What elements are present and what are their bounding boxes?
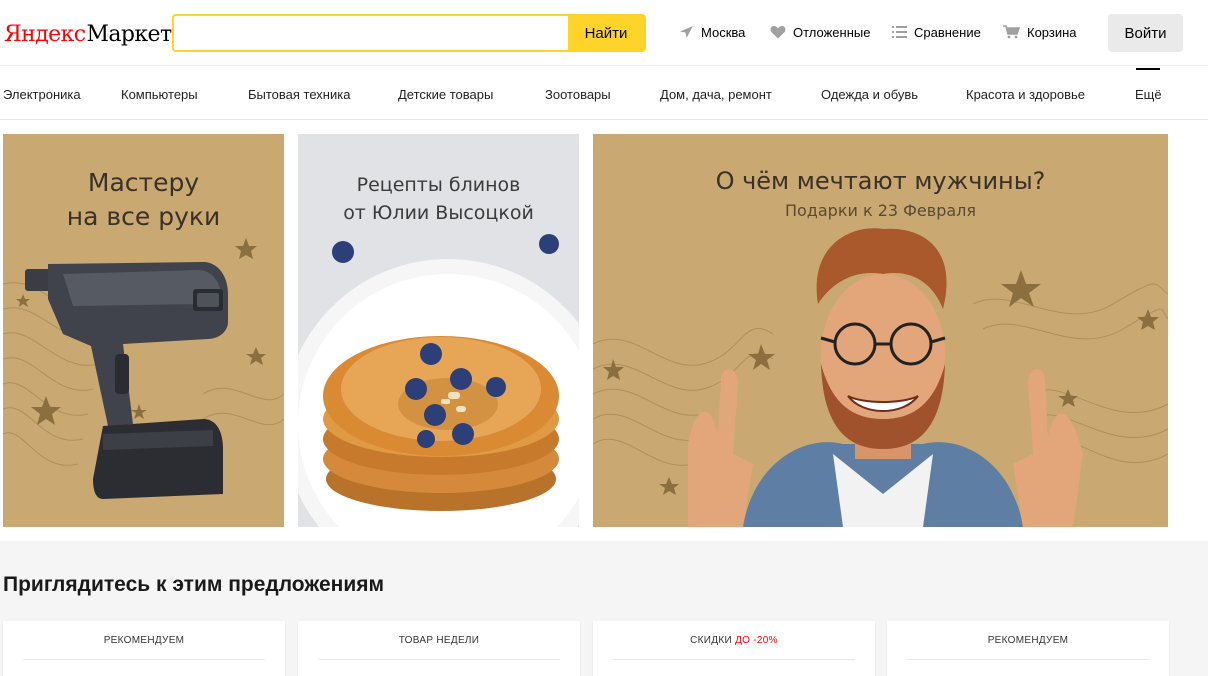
category-electronics[interactable]: Электроника xyxy=(3,87,81,102)
cart-link[interactable]: Корзина xyxy=(1003,23,1077,41)
category-beauty[interactable]: Красота и здоровье xyxy=(966,87,1085,102)
banner-pancakes-line1: Рецепты блинов xyxy=(356,174,521,196)
banner-pancakes-line2: от Юлии Высоцкой xyxy=(343,202,534,224)
banner-pancakes-title: Рецепты блинов от Юлии Высоцкой xyxy=(298,171,579,227)
city-label: Москва xyxy=(701,24,746,40)
offer-card-recommended[interactable]: Рекомендуем xyxy=(3,621,285,676)
banner-tools-title: Мастеру на все руки xyxy=(3,166,284,234)
city-selector[interactable]: Москва xyxy=(679,23,745,41)
offers-heading: Приглядитесь к этим предложениям xyxy=(3,573,385,596)
offer-card-label-wrap: Скидки до -20% xyxy=(593,635,875,646)
offer-card-week-product[interactable]: Товар недели xyxy=(298,621,580,676)
banner-gifts-title: О чём мечтают мужчины? xyxy=(715,167,1046,195)
divider xyxy=(318,659,560,660)
offer-card-label: Рекомендуем xyxy=(987,635,1069,646)
search-button[interactable]: Найти xyxy=(568,16,644,50)
yandex-market-logo[interactable]: ЯндексМаркет xyxy=(4,19,172,49)
divider xyxy=(907,659,1149,660)
offer-card-label: Рекомендуем xyxy=(103,635,185,646)
logo-yandex: Яндекс xyxy=(4,22,86,47)
heart-icon xyxy=(770,25,786,39)
logo-market: Маркет xyxy=(86,22,172,47)
category-computers[interactable]: Компьютеры xyxy=(121,87,198,102)
discount-badge: до -20% xyxy=(735,635,778,646)
location-arrow-icon xyxy=(680,26,693,38)
banner-gifts-feb23[interactable]: О чём мечтают мужчины? Подарки к 23 Февр… xyxy=(593,134,1168,527)
banner-gifts-subtitle: Подарки к 23 Февраля xyxy=(784,201,977,220)
search-input[interactable] xyxy=(174,16,568,50)
divider xyxy=(613,659,855,660)
search-bar: Найти xyxy=(172,14,646,52)
cart-label: Корзина xyxy=(1027,24,1077,40)
offer-card-label: Товар недели xyxy=(398,635,480,646)
header: ЯндексМаркет Найти Москва Отложенные Сра… xyxy=(0,0,1208,66)
offer-card-discounts[interactable]: Скидки до -20% xyxy=(593,621,875,676)
category-pets[interactable]: Зоотовары xyxy=(545,87,611,102)
category-clothing[interactable]: Одежда и обувь xyxy=(821,87,918,102)
banner-tools-line2: на все руки xyxy=(66,202,221,231)
banner-tools[interactable]: Мастеру на все руки xyxy=(3,134,284,527)
compare-list-icon xyxy=(892,26,907,38)
divider xyxy=(23,659,265,660)
compare-link[interactable]: Сравнение xyxy=(892,23,981,41)
category-kids[interactable]: Детские товары xyxy=(398,87,493,102)
deferred-link[interactable]: Отложенные xyxy=(770,23,870,41)
offers-section: Приглядитесь к этим предложениям Рекомен… xyxy=(0,541,1208,676)
compare-label: Сравнение xyxy=(914,24,981,40)
login-button[interactable]: Войти xyxy=(1108,14,1183,52)
more-indicator xyxy=(1136,68,1160,70)
offer-card-label: Скидки xyxy=(690,635,732,646)
deferred-label: Отложенные xyxy=(793,24,871,40)
category-appliances[interactable]: Бытовая техника xyxy=(248,87,350,102)
offer-card-recommended-2[interactable]: Рекомендуем xyxy=(887,621,1169,676)
category-home-garden[interactable]: Дом, дача, ремонт xyxy=(660,87,772,102)
banner-tools-line1: Мастеру xyxy=(87,168,200,197)
banner-pancakes[interactable]: Рецепты блинов от Юлии Высоцкой xyxy=(298,134,579,527)
category-more[interactable]: Ещё xyxy=(1135,87,1162,102)
category-nav: Электроника Компьютеры Бытовая техника Д… xyxy=(0,66,1208,120)
cart-icon xyxy=(1003,25,1020,39)
